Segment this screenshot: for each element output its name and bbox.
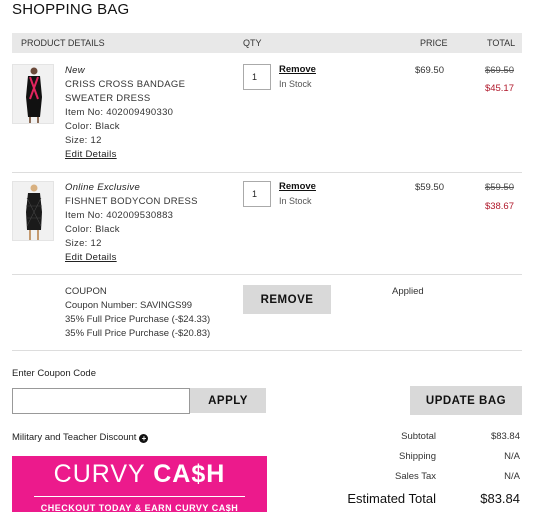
header-price: PRICE [420, 38, 448, 48]
coupon-heading: COUPON [65, 286, 107, 297]
cart-item: New CRISS CROSS BANDAGE SWEATER DRESS It… [12, 64, 522, 174]
coupon-status: Applied [392, 286, 424, 297]
product-name-cont: SWEATER DRESS [65, 93, 151, 104]
banner-title: CURVY CA$H [12, 460, 267, 489]
sales-tax-value: N/A [504, 471, 520, 482]
sale-total: $45.17 [484, 83, 514, 94]
quantity-input[interactable] [243, 181, 271, 207]
shipping-label: Shipping [399, 451, 436, 462]
cart-item: Online Exclusive FISHNET BODYCON DRESS I… [12, 181, 522, 271]
product-image[interactable] [12, 64, 54, 124]
edit-details-link[interactable]: Edit Details [65, 252, 117, 263]
header-total: TOTAL [487, 38, 516, 48]
product-size: Size: 12 [65, 135, 102, 146]
coupon-code-label: Enter Coupon Code [12, 368, 96, 379]
military-discount-link[interactable]: Military and Teacher Discount + [12, 432, 149, 443]
estimated-total-value: $83.84 [480, 491, 520, 506]
apply-coupon-button[interactable]: APPLY [190, 388, 266, 413]
row-divider [12, 350, 522, 351]
military-discount-label: Military and Teacher Discount [12, 432, 137, 443]
update-bag-button[interactable]: UPDATE BAG [410, 386, 522, 415]
remove-coupon-button[interactable]: REMOVE [243, 285, 331, 314]
product-name: FISHNET BODYCON DRESS [65, 196, 198, 207]
stock-status: In Stock [279, 196, 312, 206]
coupon-code-input[interactable] [12, 388, 190, 414]
product-tag: New [65, 65, 85, 76]
unit-price: $69.50 [414, 65, 444, 76]
table-header: PRODUCT DETAILS QTY PRICE TOTAL [12, 33, 522, 53]
stock-status: In Stock [279, 79, 312, 89]
banner-word1: CURVY [53, 460, 154, 488]
coupon-discount: 35% Full Price Purchase (-$24.33) [65, 314, 211, 325]
original-total: $69.50 [484, 65, 514, 76]
product-color: Color: Black [65, 224, 120, 235]
product-tag: Online Exclusive [65, 182, 141, 193]
banner-subtitle: CHECKOUT TODAY & EARN CURVY CA$H [40, 503, 239, 512]
banner-word2: CA$H [153, 460, 226, 488]
remove-item-link[interactable]: Remove [279, 181, 316, 192]
page-title: SHOPPING BAG [12, 1, 130, 18]
product-size: Size: 12 [65, 238, 102, 249]
product-name: CRISS CROSS BANDAGE [65, 79, 186, 90]
product-image[interactable] [12, 181, 54, 241]
subtotal-value: $83.84 [490, 431, 520, 442]
sale-total: $38.67 [484, 201, 514, 212]
coupon-number: Coupon Number: SAVINGS99 [65, 300, 193, 311]
product-color: Color: Black [65, 121, 120, 132]
banner-divider [34, 496, 245, 497]
shipping-value: N/A [504, 451, 520, 462]
item-number: Item No: 402009530883 [65, 210, 174, 221]
header-qty: QTY [243, 38, 262, 48]
unit-price: $59.50 [414, 182, 444, 193]
coupon-discount: 35% Full Price Purchase (-$20.83) [65, 328, 211, 339]
quantity-input[interactable] [243, 64, 271, 90]
row-divider [12, 274, 522, 275]
subtotal-label: Subtotal [401, 431, 436, 442]
estimated-total-label: Estimated Total [347, 491, 436, 506]
item-number: Item No: 402009490330 [65, 107, 174, 118]
plus-circle-icon[interactable]: + [139, 434, 149, 443]
edit-details-link[interactable]: Edit Details [65, 149, 117, 160]
sales-tax-label: Sales Tax [394, 471, 436, 482]
row-divider [12, 172, 522, 173]
original-total: $59.50 [484, 182, 514, 193]
remove-item-link[interactable]: Remove [279, 64, 316, 75]
curvy-cash-banner[interactable]: CURVY CA$H CHECKOUT TODAY & EARN CURVY C… [12, 456, 267, 512]
header-product-details: PRODUCT DETAILS [21, 38, 105, 48]
